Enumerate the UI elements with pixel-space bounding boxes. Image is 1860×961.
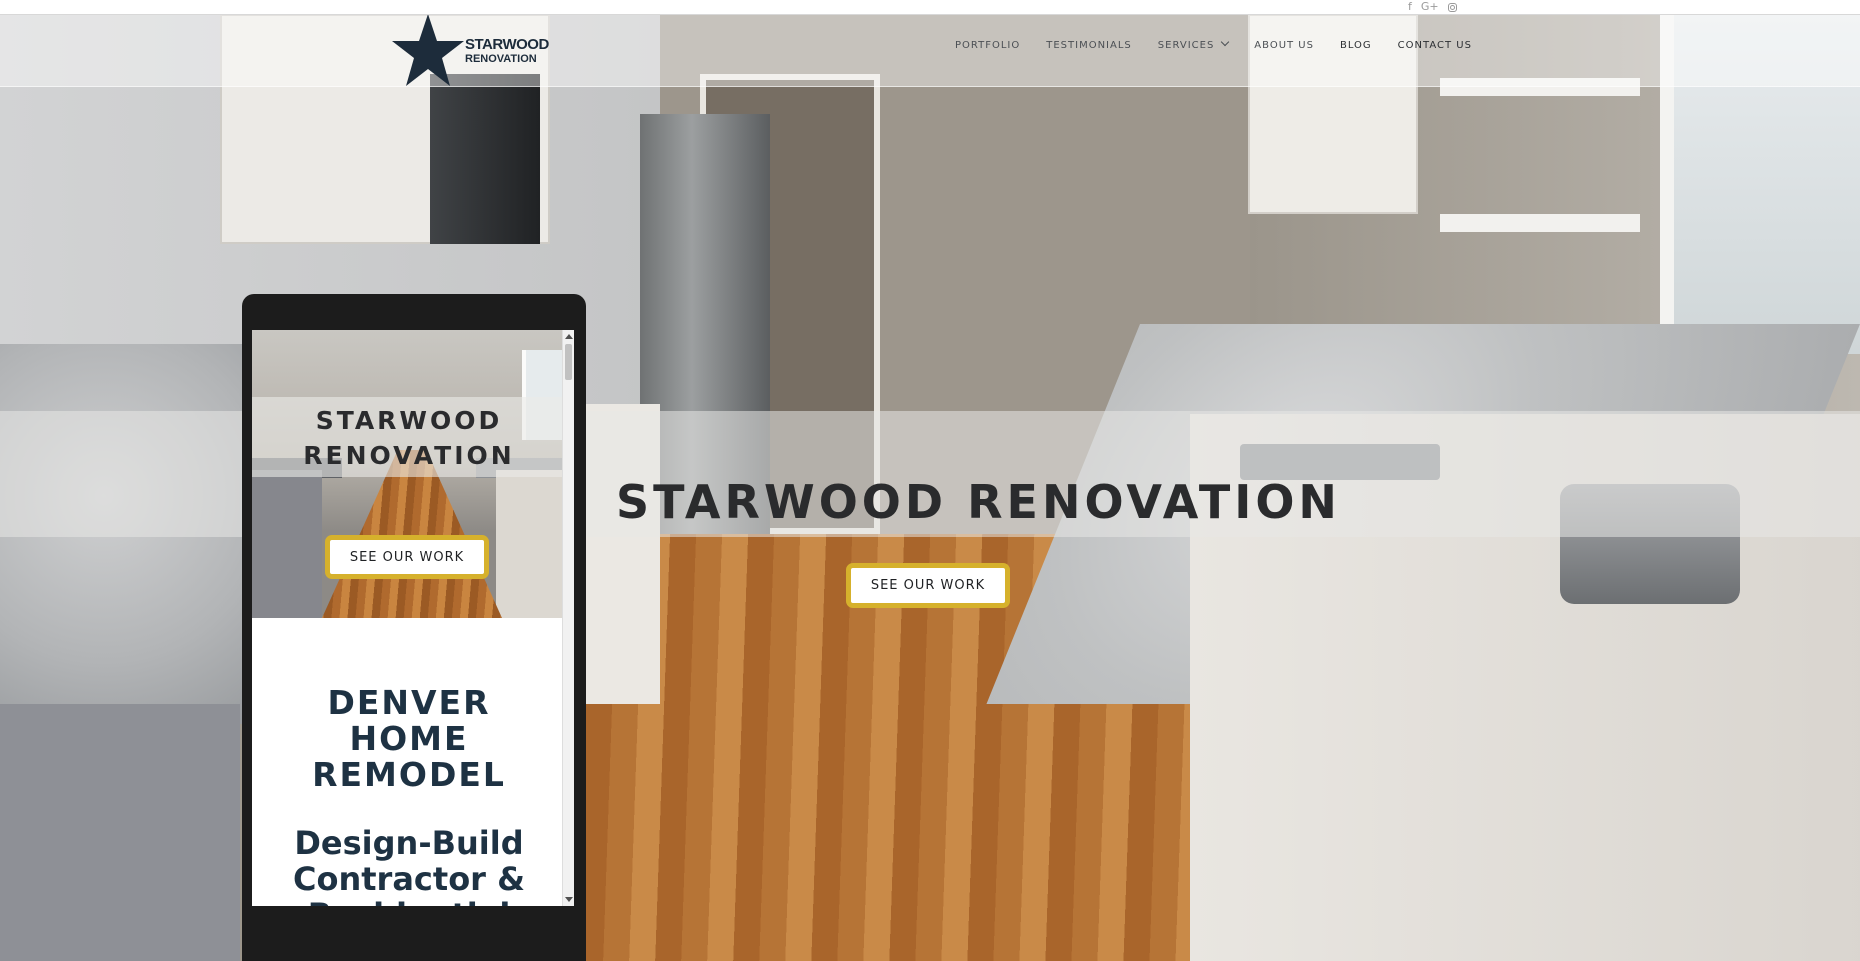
google-plus-icon[interactable]: G+ — [1421, 1, 1439, 13]
mobile-subheading-line1: Design-Build — [294, 824, 524, 862]
brand-logo[interactable]: STARWOOD RENOVATION — [391, 14, 549, 86]
nav-testimonials[interactable]: TESTIMONIALS — [1033, 38, 1145, 54]
mobile-title-line1: STARWOOD — [315, 406, 503, 435]
nav-blog[interactable]: BLOG — [1327, 38, 1385, 54]
nav-contact-us[interactable]: CONTACT US — [1385, 38, 1485, 54]
nav-portfolio[interactable]: PORTFOLIO — [942, 38, 1033, 54]
mobile-subheading-line3: Residential — [252, 897, 566, 906]
scroll-up-arrow-icon[interactable] — [565, 334, 573, 339]
scrollbar-thumb[interactable] — [565, 344, 572, 380]
mobile-see-our-work-button[interactable]: SEE OUR WORK — [325, 535, 489, 579]
mobile-hero-title: STARWOOD RENOVATION — [252, 403, 566, 473]
mobile-hero-image: STARWOOD RENOVATION SEE OUR WORK — [252, 330, 566, 618]
mobile-heading-line1: DENVER — [327, 683, 491, 722]
nav-about-us[interactable]: ABOUT US — [1241, 38, 1327, 54]
mobile-heading-line3: REMODEL — [312, 755, 506, 794]
mobile-heading-line2: HOME — [349, 719, 469, 758]
social-links: f G+ — [1408, 0, 1457, 14]
mobile-preview-screen[interactable]: STARWOOD RENOVATION SEE OUR WORK DENVER … — [252, 330, 566, 906]
star-logo-icon — [392, 14, 464, 86]
mobile-heading: DENVER HOME REMODEL — [252, 685, 566, 793]
top-social-bar: f G+ — [0, 0, 1860, 15]
mobile-preview-frame: STARWOOD RENOVATION SEE OUR WORK DENVER … — [242, 294, 586, 961]
chevron-down-icon — [1221, 37, 1230, 47]
brand-name-line2: RENOVATION — [465, 53, 537, 65]
nav-services[interactable]: SERVICES — [1145, 37, 1242, 54]
mobile-title-line2: RENOVATION — [303, 441, 515, 470]
hero-title: STARWOOD RENOVATION — [616, 474, 1341, 529]
mobile-preview-scrollbar[interactable] — [562, 330, 574, 906]
brand-name-line1: STARWOOD — [465, 36, 549, 53]
main-navigation: PORTFOLIO TESTIMONIALS SERVICES ABOUT US… — [942, 37, 1485, 54]
see-our-work-button[interactable]: SEE OUR WORK — [846, 563, 1010, 608]
facebook-icon[interactable]: f — [1408, 1, 1412, 13]
mobile-subheading: Design-Build Contractor & Residential — [252, 825, 566, 906]
nav-services-label: SERVICES — [1157, 40, 1215, 51]
site-header: STARWOOD RENOVATION PORTFOLIO TESTIMONIA… — [0, 14, 1860, 87]
instagram-icon[interactable] — [1447, 2, 1457, 12]
scroll-down-arrow-icon[interactable] — [565, 897, 573, 902]
mobile-subheading-line2: Contractor & — [293, 860, 525, 898]
